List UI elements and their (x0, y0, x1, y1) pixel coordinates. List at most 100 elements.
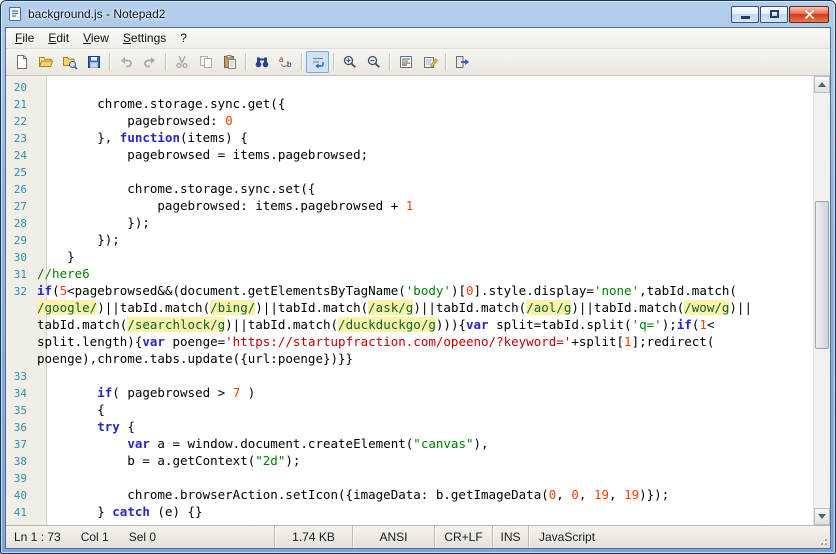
code-row: 22 pagebrowsed: 0 (6, 112, 813, 129)
arrow-down-icon (818, 514, 826, 519)
editor: 20 21 chrome.storage.sync.get({22 pagebro… (6, 76, 830, 525)
zoom-in-icon (343, 55, 356, 68)
resize-grip[interactable] (817, 535, 827, 545)
line-number: 36 (13, 421, 27, 434)
menu-edit[interactable]: Edit (41, 28, 76, 48)
code-row: 26 chrome.storage.sync.set({ (6, 180, 813, 197)
code-text: /google/)||tabId.match(/bing/)||tabId.ma… (37, 300, 752, 315)
svg-text:a: a (279, 55, 284, 64)
code-row: split.length){var poenge='https://startu… (6, 333, 813, 350)
line-number: 26 (13, 183, 27, 196)
save-icon (87, 56, 100, 68)
customize-schemes-icon (423, 57, 438, 68)
menu-bar: File Edit View Settings ? (6, 28, 830, 49)
open-file-button[interactable] (34, 51, 57, 73)
code-text: tabId.match(/searchlock/g)||tabId.match(… (37, 317, 715, 332)
cut-button[interactable] (170, 51, 193, 73)
code-row: 40 chrome.browserAction.setIcon({imageDa… (6, 486, 813, 503)
code-text: if( pagebrowsed > 7 ) (97, 385, 256, 400)
line-number: 31 (13, 268, 27, 281)
new-file-icon (16, 55, 27, 69)
code-text: //here6 (37, 266, 90, 281)
line-number: 34 (13, 387, 27, 400)
menu-view[interactable]: View (76, 28, 116, 48)
line-number: 23 (13, 132, 27, 145)
maximize-button[interactable] (760, 5, 788, 23)
text-editor[interactable]: 20 21 chrome.storage.sync.get({22 pagebro… (6, 76, 813, 525)
exit-button[interactable] (450, 51, 473, 73)
code-row: 37 var a = window.document.createElement… (6, 435, 813, 452)
maximize-icon (769, 10, 779, 18)
code-text: if(5<pagebrowsed&&(document.getElementsB… (37, 283, 737, 298)
browse-button[interactable] (58, 51, 81, 73)
scroll-up-button[interactable] (814, 76, 830, 93)
copy-button[interactable] (194, 51, 217, 73)
code-area: 20 21 chrome.storage.sync.get({22 pagebro… (6, 78, 813, 520)
customize-schemes-button[interactable] (418, 51, 441, 73)
status-insert-mode[interactable]: INS (492, 526, 528, 548)
code-row: 28 }); (6, 214, 813, 231)
redo-button[interactable] (138, 51, 161, 73)
line-number: 21 (13, 98, 27, 111)
code-row: 25 (6, 163, 813, 180)
vertical-scrollbar[interactable] (813, 76, 830, 525)
code-row: 30 } (6, 248, 813, 265)
code-text: }); (37, 232, 120, 247)
code-row: 33 (6, 367, 813, 384)
undo-button[interactable] (114, 51, 137, 73)
save-button[interactable] (82, 51, 105, 73)
menu-help[interactable]: ? (173, 28, 194, 48)
toolbar-separator (333, 53, 334, 71)
status-encoding[interactable]: ANSI (352, 526, 434, 548)
zoom-in-button[interactable] (338, 51, 361, 73)
close-button[interactable] (789, 5, 829, 23)
scrollbar-track[interactable] (814, 93, 830, 508)
code-row: 38 b = a.getContext("2d"); (6, 452, 813, 469)
client-area: File Edit View Settings ? ab 20 21 chrom… (5, 27, 831, 549)
code-row: 20 (6, 78, 813, 95)
line-number: 29 (13, 234, 27, 247)
scrollbar-thumb[interactable] (815, 201, 829, 349)
open-file-icon (38, 57, 53, 67)
code-text: b = a.getContext("2d"); (37, 453, 301, 468)
code-text: chrome.storage.sync.set({ (37, 181, 316, 196)
word-wrap-button[interactable] (306, 51, 329, 73)
code-text: }); (37, 215, 150, 230)
toolbar-separator (245, 53, 246, 71)
new-file-button[interactable] (10, 51, 33, 73)
status-file-size: 1.74 KB (274, 526, 352, 548)
code-row: 27 pagebrowsed: items.pagebrowsed + 1 (6, 197, 813, 214)
line-number: 22 (13, 115, 27, 128)
line-number: 24 (13, 149, 27, 162)
status-position[interactable]: Ln 1 : 73 Col 1 Sel 0 (6, 526, 274, 548)
find-button[interactable] (250, 51, 273, 73)
line-number: 38 (13, 455, 27, 468)
menu-settings[interactable]: Settings (116, 28, 173, 48)
menu-file[interactable]: File (8, 28, 41, 48)
code-text: pagebrowsed: items.pagebrowsed + 1 (37, 198, 414, 213)
status-column: Col 1 (80, 530, 109, 544)
paste-button[interactable] (218, 51, 241, 73)
title-bar[interactable]: background.js - Notepad2 (1, 1, 835, 27)
code-text: pagebrowsed = items.pagebrowsed; (37, 147, 369, 162)
code-row: 41 } catch (e) {} (6, 503, 813, 520)
toolbar-separator (389, 53, 390, 71)
code-row: 34 if( pagebrowsed > 7 ) (6, 384, 813, 401)
scroll-down-button[interactable] (814, 508, 830, 525)
code-row: 35 { (6, 401, 813, 418)
replace-button[interactable]: ab (274, 51, 297, 73)
notepad2-window: background.js - Notepad2 File Edit View … (0, 0, 836, 554)
status-syntax-scheme[interactable]: JavaScript (528, 526, 830, 548)
line-number: 28 (13, 217, 27, 230)
code-text: { (37, 402, 105, 417)
minimize-icon (740, 15, 750, 19)
app-icon[interactable] (7, 6, 23, 22)
status-eol-mode[interactable]: CR+LF (434, 526, 492, 548)
toolbar-separator (165, 53, 166, 71)
code-row: 23 }, function(items) { (6, 129, 813, 146)
zoom-out-button[interactable] (362, 51, 385, 73)
status-bar: Ln 1 : 73 Col 1 Sel 0 1.74 KB ANSI CR+LF… (6, 525, 830, 548)
code-text: pagebrowsed: 0 (37, 113, 233, 128)
minimize-button[interactable] (731, 5, 759, 23)
view-schemes-button[interactable] (394, 51, 417, 73)
